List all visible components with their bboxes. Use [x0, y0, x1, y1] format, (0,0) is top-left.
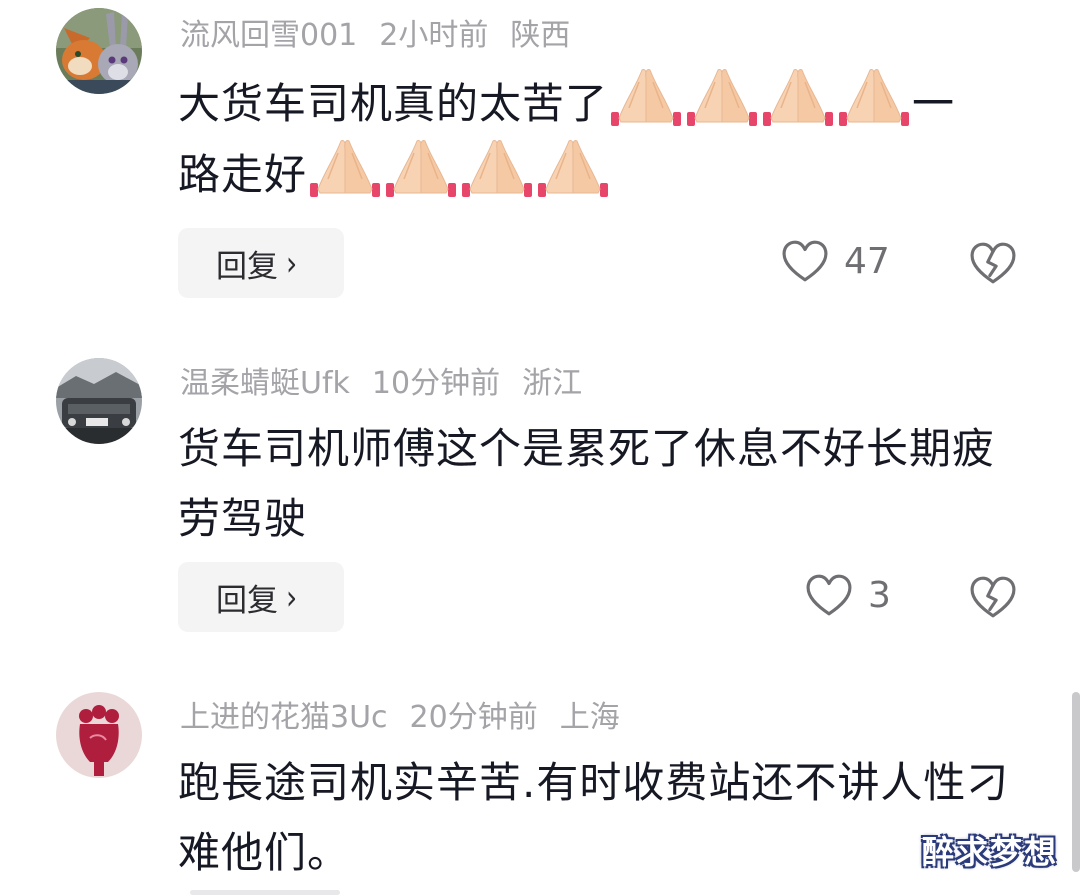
- username[interactable]: 上进的花猫3Uc: [180, 700, 388, 735]
- folded-hands-icon: [385, 139, 457, 198]
- chevron-right-icon: ›: [286, 243, 298, 283]
- comment-location: 上海: [559, 700, 620, 735]
- reply-button-partial: [190, 890, 340, 895]
- avatar[interactable]: [56, 358, 142, 444]
- chevron-right-icon: ›: [286, 577, 298, 617]
- avatar[interactable]: [56, 8, 142, 94]
- comment-meta: 上进的花猫3Uc 20分钟前 上海: [180, 698, 642, 738]
- username[interactable]: 流风回雪001: [180, 18, 357, 53]
- comment-text-part: 一: [912, 79, 956, 128]
- username[interactable]: 温柔蜻蜓Ufk: [180, 366, 350, 401]
- folded-hands-icon: [762, 68, 834, 127]
- comment-time: 2小时前: [379, 18, 489, 53]
- comment-time: 20分钟前: [409, 700, 538, 735]
- avatar[interactable]: [56, 692, 142, 778]
- comment-text: 大货车司机真的太苦了 一路走好: [178, 68, 1028, 210]
- reply-label: 回复: [216, 582, 278, 619]
- comment-location: 陕西: [510, 18, 571, 53]
- comment-meta: 温柔蜻蜓Ufk 10分钟前 浙江: [180, 364, 604, 404]
- folded-hands-icon: [461, 139, 533, 198]
- comment-location: 浙江: [522, 366, 583, 401]
- folded-hands-icon: [537, 139, 609, 198]
- heart-icon: [782, 240, 828, 282]
- comment-list: 流风回雪001 2小时前 陕西 大货车司机真的太苦了 一路走好 回复 › 47 温…: [0, 0, 1080, 895]
- dislike-button[interactable]: [970, 242, 1016, 288]
- like-count: 47: [844, 240, 890, 282]
- comment-text-part: 大货车司机真的太苦了: [178, 79, 609, 128]
- scrollbar[interactable]: [1072, 692, 1080, 872]
- like-count: 3: [868, 574, 891, 616]
- folded-hands-icon: [610, 68, 682, 127]
- watermark: 醉求梦想: [921, 833, 1058, 871]
- comment-time: 10分钟前: [371, 366, 501, 401]
- broken-heart-icon: [970, 576, 1016, 618]
- reply-label: 回复: [216, 248, 278, 285]
- folded-hands-icon: [686, 68, 758, 127]
- comment-text-part: 路走好: [178, 150, 308, 199]
- comment-text: 货车司机师傅这个是累死了休息不好长期疲劳驾驶: [178, 424, 996, 543]
- folded-hands-icon: [838, 68, 910, 127]
- reply-button[interactable]: 回复 ›: [178, 228, 344, 298]
- broken-heart-icon: [970, 242, 1016, 284]
- like-button[interactable]: 47: [782, 240, 890, 282]
- reply-button[interactable]: 回复 ›: [178, 562, 344, 632]
- comment-meta: 流风回雪001 2小时前 陕西: [180, 16, 592, 56]
- comment-text: 跑長途司机实辛苦.有时收费站还不讲人性刁难他们。: [178, 758, 1010, 877]
- heart-icon: [806, 574, 852, 616]
- dislike-button[interactable]: [970, 576, 1016, 622]
- folded-hands-icon: [309, 139, 381, 198]
- like-button[interactable]: 3: [806, 574, 891, 616]
